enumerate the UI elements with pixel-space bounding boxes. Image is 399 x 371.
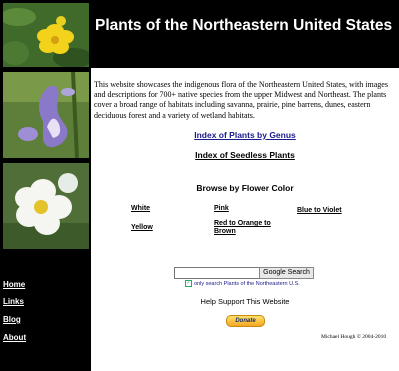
intro-paragraph: This website showcases the indigenous fl… [94, 80, 388, 120]
genus-index-link[interactable]: Index of Plants by Genus [91, 130, 399, 140]
nav-about-link[interactable]: About [3, 333, 26, 342]
browse-heading: Browse by Flower Color [196, 183, 294, 193]
white-flower-photo [3, 163, 89, 249]
seedless-index-link[interactable]: Index of Seedless Plants [91, 150, 399, 160]
color-blue-violet-link[interactable]: Blue to Violet [297, 207, 342, 215]
violet-flower-photo [3, 72, 89, 158]
nav-blog-link[interactable]: Blog [3, 315, 21, 324]
search-scope-option[interactable]: ✓ only search Plants of the Northeastern … [185, 280, 300, 287]
google-search-button[interactable]: Google Search [259, 267, 314, 279]
sidebar: Home Links Blog About [0, 0, 91, 371]
yellow-flower-photo [3, 3, 89, 67]
color-red-orange-brown-link[interactable]: Red to Orange to Brown [214, 220, 286, 236]
color-white-link[interactable]: White [131, 205, 150, 213]
nav-home-link[interactable]: Home [3, 280, 25, 289]
site-title: Plants of the Northeastern United States [95, 17, 393, 34]
search-scope-label: only search Plants of the Northeastern U… [194, 280, 300, 287]
checkmark-icon[interactable]: ✓ [185, 280, 192, 287]
nav-links-link[interactable]: Links [3, 297, 24, 306]
color-yellow-link[interactable]: Yellow [131, 224, 153, 232]
donate-button[interactable]: Donate [226, 315, 265, 327]
search-input[interactable] [174, 267, 260, 279]
color-pink-link[interactable]: Pink [214, 205, 229, 213]
main-content: This website showcases the indigenous fl… [91, 68, 399, 371]
copyright-text: Michael Hough © 2004-2010 [321, 334, 387, 340]
header-banner: Plants of the Northeastern United States [91, 0, 399, 68]
support-text: Help Support This Website [200, 297, 290, 306]
